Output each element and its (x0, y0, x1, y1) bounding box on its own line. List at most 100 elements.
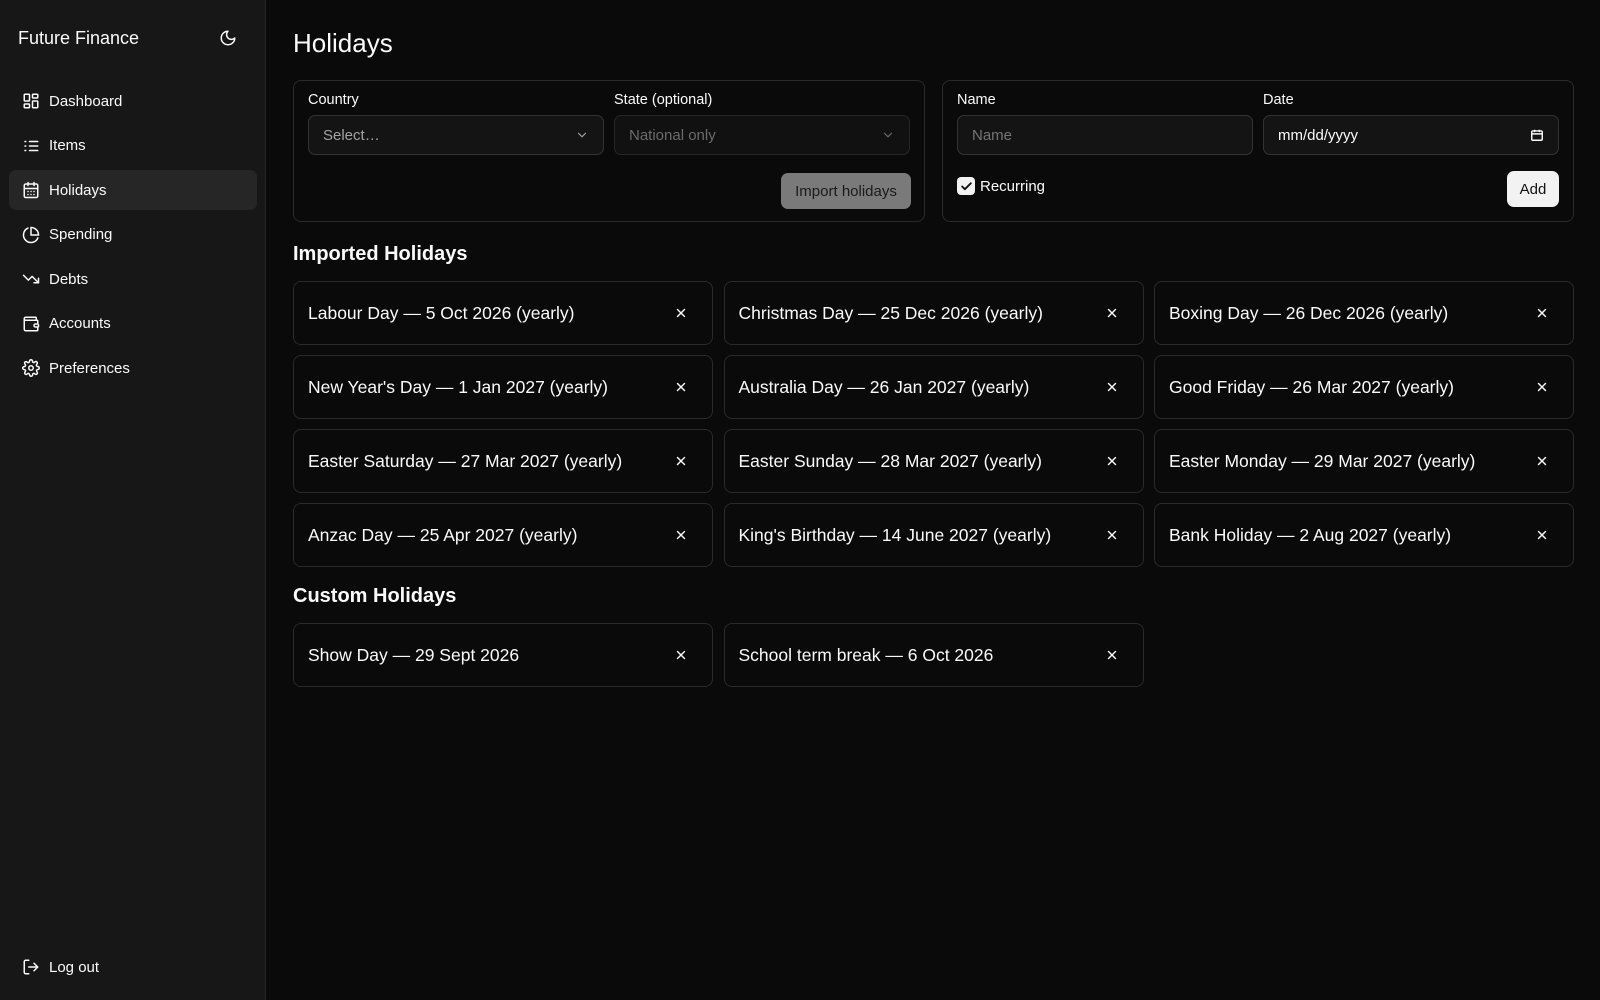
holiday-card: Bank Holiday — 2 Aug 2027 (yearly) (1154, 503, 1574, 567)
close-icon (1537, 382, 1547, 392)
import-holidays-button[interactable]: Import holidays (781, 173, 911, 209)
remove-holiday-button[interactable] (1103, 526, 1121, 544)
holiday-card: Easter Saturday — 27 Mar 2027 (yearly) (293, 429, 713, 493)
close-icon (1107, 456, 1116, 466)
sidebar-nav: Dashboard Items Holidays Spending Debts (9, 81, 257, 393)
holiday-card: Christmas Day — 25 Dec 2026 (yearly) (723, 281, 1144, 345)
holiday-label: Australia Day — 26 Jan 2027 (yearly) (738, 376, 1030, 397)
custom-holidays-list: Show Day — 29 Sept 2026 School term break… (293, 623, 1574, 687)
close-icon (676, 308, 686, 318)
close-icon (676, 456, 686, 466)
remove-holiday-button[interactable] (1103, 646, 1121, 664)
trending-down-icon (22, 270, 40, 288)
remove-holiday-button[interactable] (1103, 304, 1121, 322)
close-icon (1107, 530, 1116, 540)
brand-row: Future Finance (18, 26, 240, 50)
wallet-icon (22, 315, 40, 333)
chevron-down-icon (577, 132, 587, 138)
close-icon (1537, 308, 1547, 318)
holiday-label: Easter Saturday — 27 Mar 2027 (yearly) (308, 450, 623, 471)
sidebar-item-label: Dashboard (49, 92, 123, 110)
logout-button[interactable]: Log out (22, 958, 99, 976)
date-input-value: mm/dd/yyyy (1278, 126, 1359, 144)
holiday-card: Easter Monday — 29 Mar 2027 (yearly) (1154, 429, 1574, 493)
calendar-icon[interactable] (1530, 128, 1544, 142)
close-icon (676, 530, 686, 540)
holiday-label: Bank Holiday — 2 Aug 2027 (yearly) (1169, 524, 1452, 545)
remove-holiday-button[interactable] (672, 378, 690, 396)
close-icon (1537, 456, 1547, 466)
holiday-label: Show Day — 29 Sept 2026 (308, 644, 520, 665)
sidebar-item-label: Preferences (49, 359, 130, 377)
pie-chart-icon (22, 226, 40, 244)
sidebar-item-label: Items (49, 137, 86, 154)
remove-holiday-button[interactable] (1533, 526, 1551, 544)
holiday-label: Labour Day — 5 Oct 2026 (yearly) (308, 302, 575, 323)
holiday-label: King's Birthday — 14 June 2027 (yearly) (738, 524, 1052, 545)
sidebar-item-label: Accounts (49, 315, 111, 332)
recurring-label: Recurring (980, 177, 1046, 195)
date-label: Date (1263, 92, 1294, 108)
holiday-label: Easter Sunday — 28 Mar 2027 (yearly) (738, 450, 1042, 471)
app-title: Future Finance (18, 27, 140, 48)
remove-holiday-button[interactable] (672, 526, 690, 544)
remove-holiday-button[interactable] (1103, 378, 1121, 396)
holiday-card: Good Friday — 26 Mar 2027 (yearly) (1154, 355, 1574, 419)
imported-holidays-title: Imported Holidays (293, 243, 468, 265)
logout-label: Log out (49, 958, 100, 976)
close-icon (1537, 530, 1547, 540)
sidebar-item-label: Spending (49, 226, 113, 243)
remove-holiday-button[interactable] (672, 304, 690, 322)
holiday-card: Anzac Day — 25 Apr 2027 (yearly) (293, 503, 713, 567)
sidebar-item-spending[interactable]: Spending (9, 215, 257, 255)
remove-holiday-button[interactable] (1533, 452, 1551, 470)
sidebar-item-items[interactable]: Items (9, 126, 257, 166)
recurring-checkbox[interactable] (957, 177, 975, 195)
state-select[interactable]: National only (614, 115, 910, 155)
sidebar: Future Finance Dashboard Items Holidays (0, 0, 266, 1000)
close-icon (676, 650, 686, 660)
remove-holiday-button[interactable] (1103, 452, 1121, 470)
remove-holiday-button[interactable] (672, 452, 690, 470)
import-holidays-card: Country Select… State (optional) Nationa… (293, 80, 925, 222)
remove-holiday-button[interactable] (672, 646, 690, 664)
imported-holidays-list: Labour Day — 5 Oct 2026 (yearly) Christma… (293, 281, 1574, 567)
holiday-card: Boxing Day — 26 Dec 2026 (yearly) (1154, 281, 1574, 345)
close-icon (1107, 382, 1116, 392)
holiday-card: Australia Day — 26 Jan 2027 (yearly) (723, 355, 1144, 419)
remove-holiday-button[interactable] (1533, 378, 1551, 396)
add-button[interactable]: Add (1507, 171, 1559, 207)
close-icon (676, 382, 686, 392)
holiday-card: King's Birthday — 14 June 2027 (yearly) (723, 503, 1144, 567)
holiday-label: Good Friday — 26 Mar 2027 (yearly) (1169, 376, 1454, 397)
gear-icon (22, 359, 40, 377)
calendar-icon (22, 181, 40, 199)
country-select[interactable]: Select… (308, 115, 604, 155)
add-holiday-card: Name Date mm/dd/yyyy Recurring Add (942, 80, 1574, 222)
state-label: State (optional) (614, 92, 713, 108)
sidebar-item-accounts[interactable]: Accounts (9, 304, 257, 344)
holiday-card: Easter Sunday — 28 Mar 2027 (yearly) (723, 429, 1144, 493)
date-input[interactable]: mm/dd/yyyy (1263, 115, 1559, 155)
dashboard-icon (22, 92, 40, 110)
holiday-card: Show Day — 29 Sept 2026 (293, 623, 713, 687)
sidebar-item-holidays[interactable]: Holidays (9, 170, 257, 210)
holiday-label: Boxing Day — 26 Dec 2026 (yearly) (1169, 302, 1449, 323)
holiday-card: School term break — 6 Oct 2026 (723, 623, 1144, 687)
check-icon (960, 181, 972, 190)
holiday-label: Anzac Day — 25 Apr 2027 (yearly) (308, 524, 578, 545)
sidebar-item-debts[interactable]: Debts (9, 259, 257, 299)
page-title: Holidays (293, 28, 393, 58)
holiday-label: School term break — 6 Oct 2026 (738, 644, 994, 665)
recurring-row: Recurring (957, 177, 1045, 195)
logout-icon (22, 958, 40, 976)
holiday-label: Christmas Day — 25 Dec 2026 (yearly) (738, 302, 1043, 323)
sidebar-item-preferences[interactable]: Preferences (9, 348, 257, 388)
name-input[interactable] (957, 115, 1253, 155)
remove-holiday-button[interactable] (1533, 304, 1551, 322)
theme-toggle-button[interactable] (216, 26, 240, 50)
chevron-down-icon (883, 132, 893, 138)
sidebar-item-dashboard[interactable]: Dashboard (9, 81, 257, 121)
list-icon (22, 137, 40, 155)
moon-icon (220, 30, 236, 46)
